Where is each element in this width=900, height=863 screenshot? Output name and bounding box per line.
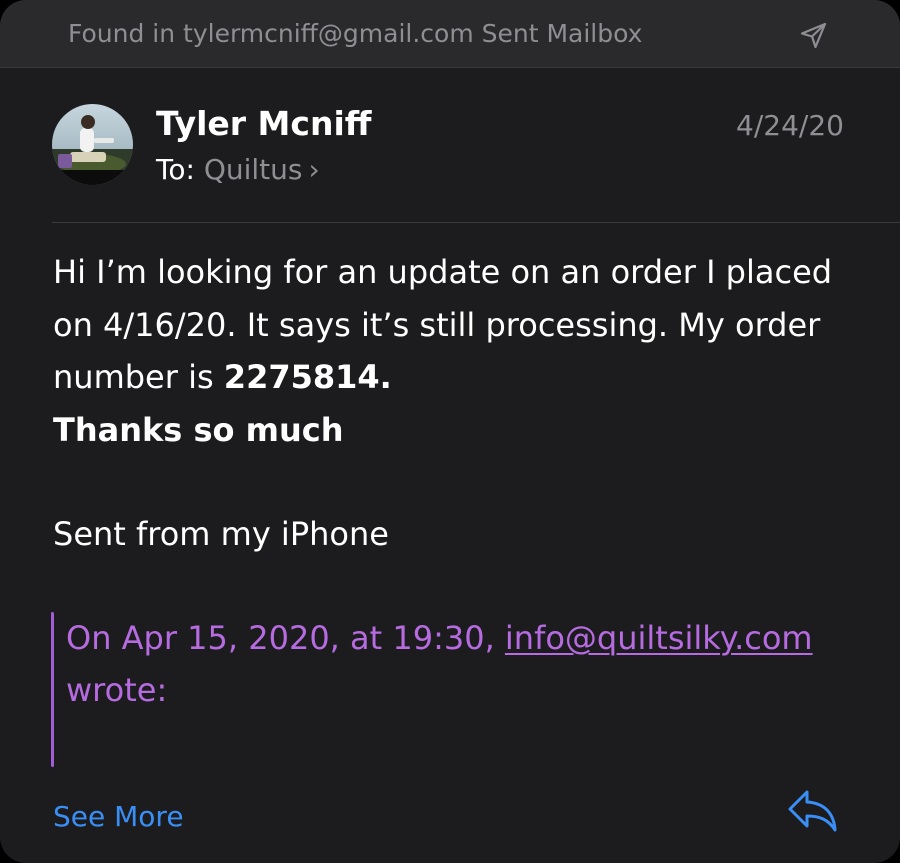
quote-prefix: On Apr 15, 2020, at 19:30, bbox=[66, 619, 505, 657]
avatar-photo bbox=[52, 104, 133, 185]
body-line-1: Hi I’m looking for an update on an order… bbox=[53, 253, 833, 291]
paper-plane-icon-graphic bbox=[800, 22, 827, 49]
thanks-text: Thanks so much bbox=[53, 410, 344, 449]
quote-suffix: wrote: bbox=[66, 671, 168, 709]
message-date: 4/24/20 bbox=[736, 109, 844, 142]
found-in-label: Found in tylermcniff@gmail.com Sent Mail… bbox=[68, 19, 643, 48]
message-body: Hi I’m looking for an update on an order… bbox=[53, 246, 873, 456]
paper-plane-icon[interactable] bbox=[799, 20, 829, 50]
found-in-bar: Found in tylermcniff@gmail.com Sent Mail… bbox=[0, 0, 900, 68]
reply-arrow-icon[interactable] bbox=[787, 788, 839, 834]
body-line-3: number is 2275814. bbox=[53, 351, 873, 404]
body-line-2: on 4/16/20. It says it’s still processin… bbox=[53, 305, 821, 344]
quoted-header: On Apr 15, 2020, at 19:30, info@quiltsil… bbox=[66, 612, 813, 716]
to-label: To: bbox=[156, 153, 195, 186]
header-divider bbox=[52, 222, 900, 223]
see-more-button[interactable]: See More bbox=[53, 797, 184, 837]
chevron-right-icon[interactable]: › bbox=[308, 153, 319, 186]
reply-arrow-icon-graphic bbox=[788, 790, 837, 832]
order-number: 2275814. bbox=[223, 358, 392, 396]
quote-bar bbox=[51, 612, 54, 767]
recipient-name[interactable]: Quiltus bbox=[204, 153, 303, 186]
recipient-row: To: Quiltus › bbox=[156, 150, 320, 190]
signature: Sent from my iPhone bbox=[53, 515, 389, 553]
quoted-email-link[interactable]: info@quiltsilky.com bbox=[505, 619, 813, 657]
sender-name[interactable]: Tyler Mcniff bbox=[156, 102, 372, 146]
body-line-4: Thanks so much bbox=[53, 404, 873, 457]
sender-avatar[interactable] bbox=[52, 104, 133, 185]
email-card: Found in tylermcniff@gmail.com Sent Mail… bbox=[0, 0, 900, 863]
order-number-prefix: number is bbox=[53, 358, 224, 396]
